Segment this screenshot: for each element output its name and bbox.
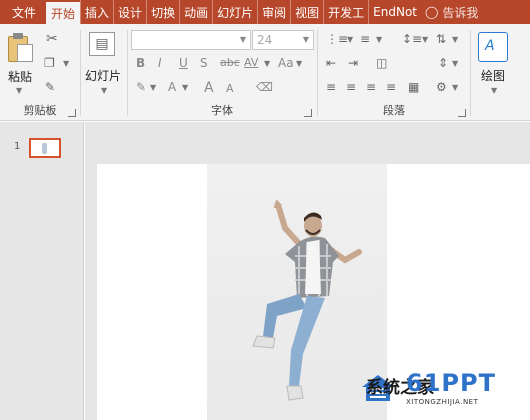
drawing-dropdown-icon[interactable]: ▼ xyxy=(491,86,497,95)
tell-me-search[interactable]: ◯ 告诉我 xyxy=(421,0,482,24)
chevron-down-icon: ▼ xyxy=(302,35,309,44)
font-color-button[interactable]: A xyxy=(168,80,176,94)
decrease-indent-icon[interactable]: ⇤ xyxy=(326,56,336,70)
lightbulb-icon: ◯ xyxy=(424,5,439,19)
thumbnail-image xyxy=(42,143,47,154)
watermark: 系统之家 61PPT XITONGZHIJIA.NET xyxy=(360,367,525,415)
bullets-icon[interactable]: ⋮≡ xyxy=(326,32,348,46)
font-launcher-icon[interactable] xyxy=(304,109,312,117)
chevron-down-icon[interactable]: ▼ xyxy=(264,59,270,68)
font-name-combo[interactable]: ▼ xyxy=(131,30,251,50)
shadow-button[interactable]: S xyxy=(200,56,208,70)
tab-design[interactable]: 设计 xyxy=(113,0,146,24)
underline-button[interactable]: U xyxy=(179,56,188,70)
cut-icon[interactable]: ✂ xyxy=(46,32,58,46)
chevron-down-icon[interactable]: ▼ xyxy=(347,35,353,44)
shrink-font-button[interactable]: A xyxy=(226,82,234,95)
bold-button[interactable]: B xyxy=(136,56,145,70)
justify-icon[interactable]: ≡ xyxy=(386,80,396,94)
paste-label: 粘贴 xyxy=(8,70,33,84)
line-spacing-icon[interactable]: ↕≡ xyxy=(402,32,422,46)
font-size-value: 24 xyxy=(257,33,273,47)
tab-animations[interactable]: 动画 xyxy=(179,0,212,24)
new-slide-dropdown-icon[interactable]: ▼ xyxy=(101,86,107,95)
clip-icon xyxy=(13,33,23,39)
powerpoint-window: 文件 开始 插入 设计 切换 动画 幻灯片 审阅 视图 开发工 EndNot ◯… xyxy=(0,0,530,420)
copy-icon[interactable]: ❐ xyxy=(44,56,55,70)
chevron-down-icon[interactable]: ▼ xyxy=(452,59,458,68)
slide-number: 1 xyxy=(14,141,21,152)
chevron-down-icon[interactable]: ▼ xyxy=(452,35,458,44)
tab-transitions[interactable]: 切换 xyxy=(146,0,179,24)
font-group-label: 字体 xyxy=(211,104,233,117)
paragraph-launcher-icon[interactable] xyxy=(458,109,466,117)
tab-view[interactable]: 视图 xyxy=(290,0,323,24)
font-group: ▼ 24 ▼ B I U S abc AV ▼ Aa ▼ ✎ ▼ A ▼ A A… xyxy=(128,24,316,121)
chevron-down-icon[interactable]: ▼ xyxy=(376,35,382,44)
tab-file[interactable]: 文件 xyxy=(0,0,46,24)
tab-insert[interactable]: 插入 xyxy=(80,0,113,24)
paste-button[interactable] xyxy=(8,32,34,62)
numbering-icon[interactable]: ≡ xyxy=(360,32,370,46)
align-center-icon[interactable]: ≡ xyxy=(346,80,356,94)
italic-button[interactable]: I xyxy=(158,56,162,70)
slides-group: ▤ 幻灯片 ▼ xyxy=(81,24,127,121)
tab-home[interactable]: 开始 xyxy=(46,2,81,24)
new-slide-label[interactable]: 幻灯片 xyxy=(85,67,121,84)
change-case-button[interactable]: Aa xyxy=(278,56,294,70)
strikethrough-button[interactable]: abc xyxy=(220,56,240,69)
chevron-down-icon[interactable]: ▼ xyxy=(296,59,302,68)
align-text-icon[interactable]: ⇕ xyxy=(438,56,448,70)
tab-review[interactable]: 审阅 xyxy=(257,0,290,24)
tab-developer[interactable]: 开发工 xyxy=(323,0,368,24)
text-direction-icon[interactable]: ⇅ xyxy=(436,32,446,46)
copy-dropdown-icon[interactable]: ▼ xyxy=(63,59,69,68)
clear-format-icon[interactable]: ⌫ xyxy=(256,80,273,94)
shapes-icon: A xyxy=(485,38,495,54)
columns-icon[interactable]: ◫ xyxy=(376,56,387,70)
sheet-icon xyxy=(17,44,33,62)
chevron-down-icon: ▼ xyxy=(239,35,246,44)
drawing-label[interactable]: 绘图 xyxy=(481,67,505,84)
grow-font-button[interactable]: A xyxy=(204,80,214,96)
clipboard-group: 粘贴 ▼ ✂ ❐ ▼ ✎ 剪贴板 xyxy=(0,24,80,121)
watermark-brand: 61PPT xyxy=(406,369,496,397)
slide-thumbnail[interactable] xyxy=(29,138,61,158)
watermark-url: XITONGZHIJIA.NET xyxy=(406,398,479,406)
paragraph-group-label: 段落 xyxy=(383,104,405,117)
ribbon-home: 粘贴 ▼ ✂ ❐ ▼ ✎ 剪贴板 ▤ 幻灯片 ▼ ▼ 24 ▼ B I U S … xyxy=(0,24,530,121)
paste-dropdown-icon[interactable]: ▼ xyxy=(16,86,22,95)
tab-endnote[interactable]: EndNot xyxy=(368,0,421,24)
align-left-icon[interactable]: ≡ xyxy=(326,80,336,94)
new-slide-icon[interactable]: ▤ xyxy=(89,32,115,56)
tab-slideshow[interactable]: 幻灯片 xyxy=(212,0,257,24)
clipboard-launcher-icon[interactable] xyxy=(68,109,76,117)
char-spacing-button[interactable]: AV xyxy=(244,56,258,69)
distribute-icon[interactable]: ▦ xyxy=(408,80,419,94)
highlight-icon[interactable]: ✎ xyxy=(136,80,146,94)
chevron-down-icon[interactable]: ▼ xyxy=(150,83,156,92)
increase-indent-icon[interactable]: ⇥ xyxy=(348,56,358,70)
drawing-button[interactable]: A xyxy=(478,32,508,62)
font-size-combo[interactable]: 24 ▼ xyxy=(252,30,314,50)
divider xyxy=(470,30,471,116)
format-painter-icon[interactable]: ✎ xyxy=(45,80,55,94)
ribbon-tab-bar: 文件 开始 插入 设计 切换 动画 幻灯片 审阅 视图 开发工 EndNot ◯… xyxy=(0,0,530,24)
paragraph-group: ⋮≡ ▼ ≡ ▼ ↕≡ ▼ ⇅ ▼ ⇤ ⇥ ◫ ⇕ ▼ ≡ ≡ ≡ ≡ ▦ ⚙ … xyxy=(318,24,470,121)
align-right-icon[interactable]: ≡ xyxy=(366,80,376,94)
tell-me-label: 告诉我 xyxy=(442,5,479,20)
chevron-down-icon[interactable]: ▼ xyxy=(182,83,188,92)
smartart-icon[interactable]: ⚙ xyxy=(436,80,447,94)
chevron-down-icon[interactable]: ▼ xyxy=(422,35,428,44)
slide-thumbnail-pane: 1 xyxy=(0,122,84,420)
chevron-down-icon[interactable]: ▼ xyxy=(452,83,458,92)
